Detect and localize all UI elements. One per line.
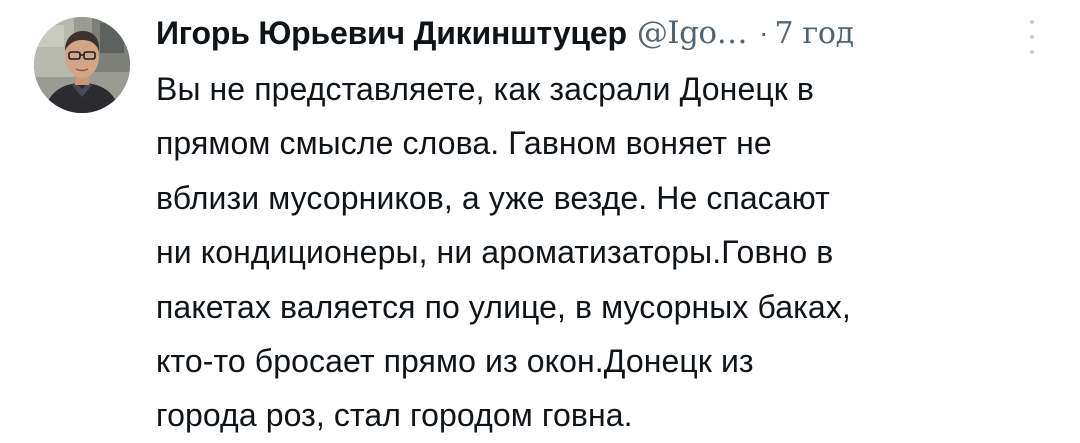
tweet-text-line: города роз, стал городом говна. xyxy=(156,397,633,434)
more-dot xyxy=(1030,35,1034,39)
more-dot xyxy=(1030,20,1034,24)
tweet-text: Вы не представляете, как засрали Донецк … xyxy=(156,62,1056,443)
more-vertical-icon[interactable] xyxy=(1022,20,1042,54)
tweet[interactable]: Игорь Юрьевич Дикинштуцер @Igo… · 7 год … xyxy=(0,0,1080,433)
tweet-text-line: ни кондиционеры, ни ароматизаторы.Говно … xyxy=(156,234,834,271)
author-avatar[interactable] xyxy=(34,17,130,113)
author-name[interactable]: Игорь Юрьевич Дикинштуцер xyxy=(156,15,627,52)
tweet-text-line: вблизи мусорников, а уже везде. Не спаса… xyxy=(156,179,830,216)
tweet-text-line: кто-то бросает прямо из окон.Донецк из xyxy=(156,343,754,380)
tweet-header: Игорь Юрьевич Дикинштуцер @Igo… · 7 год xyxy=(156,9,854,57)
author-handle[interactable]: @Igo… xyxy=(637,15,748,51)
tweet-text-line: Вы не представляете, как засрали Донецк … xyxy=(156,71,814,107)
timestamp[interactable]: 7 год xyxy=(774,16,854,51)
tweet-text-line: прямом смысле слова. Гавном воняет не xyxy=(156,125,772,162)
tweet-text-line: пакетах валяется по улице, в мусорных ба… xyxy=(156,288,851,325)
more-dot xyxy=(1030,50,1034,54)
header-separator: · xyxy=(759,17,769,48)
avatar-photo xyxy=(34,17,130,113)
